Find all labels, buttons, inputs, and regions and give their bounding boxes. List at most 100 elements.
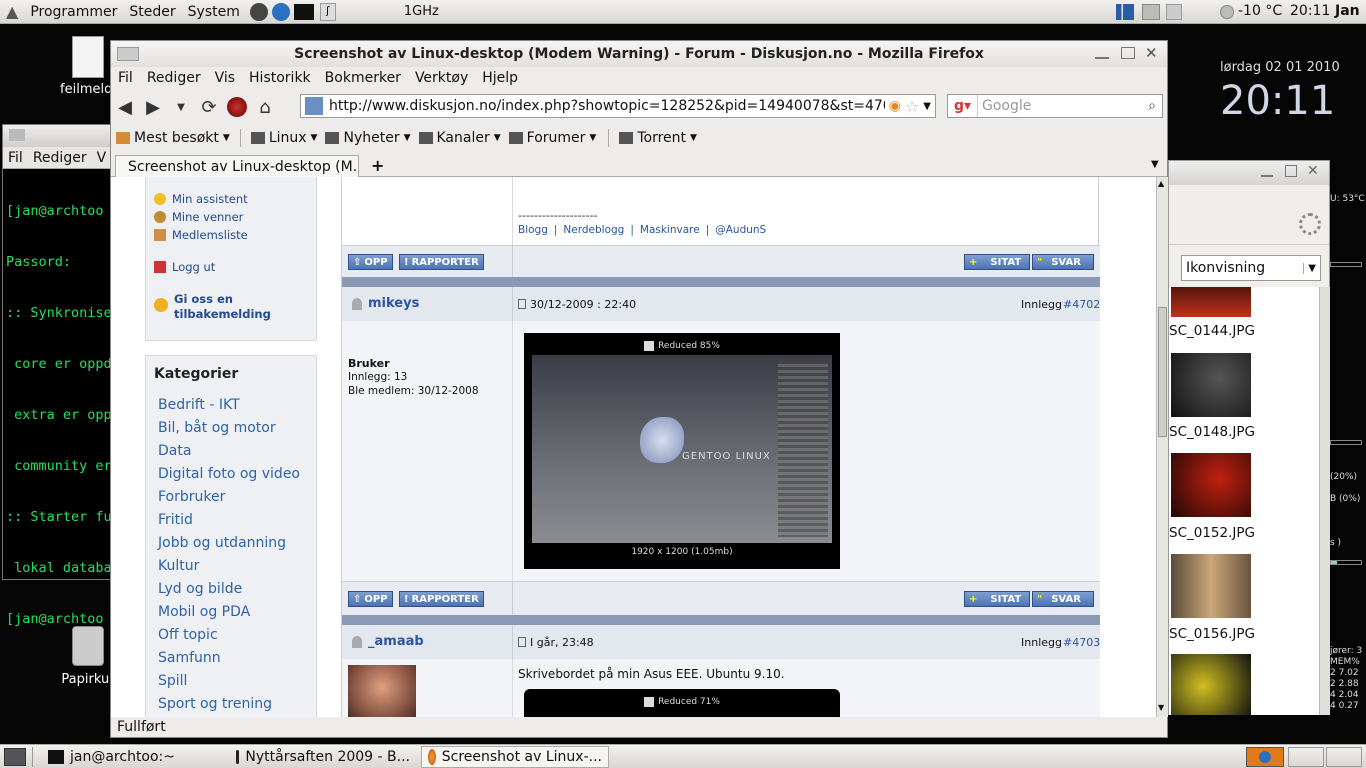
file-thumb[interactable] bbox=[1171, 554, 1251, 618]
category-link[interactable]: Jobb og utdanning bbox=[154, 532, 308, 555]
signature-link[interactable]: Maskinvare bbox=[640, 224, 700, 236]
window-menu-icon[interactable] bbox=[9, 129, 25, 141]
terminal-launcher-icon[interactable] bbox=[293, 3, 314, 20]
file-label[interactable]: SC_0144.JPG bbox=[1169, 323, 1255, 339]
menu-vis[interactable]: Vis bbox=[208, 70, 242, 86]
post-author[interactable]: _amaab bbox=[368, 634, 424, 649]
bookmark-folder-forumer[interactable]: Forumer ▼ bbox=[508, 130, 596, 146]
category-link[interactable]: Data bbox=[154, 440, 308, 463]
menu-hjelp[interactable]: Hjelp bbox=[475, 70, 525, 86]
file-label[interactable]: SC_0156.JPG bbox=[1169, 626, 1255, 642]
workspace-3[interactable] bbox=[1326, 747, 1362, 767]
post-image[interactable]: Reduced 71% bbox=[524, 689, 840, 717]
bookmark-star-icon[interactable]: ☆ bbox=[905, 97, 919, 116]
panel-clock[interactable]: 20:11 bbox=[1290, 3, 1330, 19]
close-icon[interactable]: ✕ bbox=[1307, 163, 1319, 179]
network-icon[interactable] bbox=[1116, 4, 1134, 20]
minimize-icon[interactable] bbox=[1095, 47, 1109, 59]
menu-historikk[interactable]: Historikk bbox=[242, 70, 318, 86]
category-link[interactable]: Kultur bbox=[154, 555, 308, 578]
bookmark-folder-nyheter[interactable]: Nyheter ▼ bbox=[325, 130, 411, 146]
tab-active[interactable]: Screenshot av Linux-desktop (M... bbox=[115, 155, 359, 177]
stop-icon[interactable] bbox=[223, 94, 251, 120]
signature-link[interactable]: Nerdeblogg bbox=[563, 224, 624, 236]
terminal-menu-fil[interactable]: Fil bbox=[3, 150, 28, 166]
menu-verktoy[interactable]: Verktøy bbox=[408, 70, 475, 86]
back-icon[interactable]: ◀ bbox=[111, 94, 139, 120]
search-launcher-icon[interactable] bbox=[249, 2, 268, 21]
bookmark-folder-kanaler[interactable]: Kanaler ▼ bbox=[418, 130, 501, 146]
notification-icon[interactable] bbox=[1166, 4, 1182, 20]
home-icon[interactable]: ⌂ bbox=[251, 94, 279, 120]
category-link[interactable]: Bil, båt og motor bbox=[154, 417, 308, 440]
terminal-titlebar[interactable] bbox=[3, 125, 121, 147]
logout-link[interactable]: Logg ut bbox=[154, 260, 308, 274]
scroll-down-icon[interactable]: ▼ bbox=[1158, 703, 1164, 712]
rss-icon[interactable]: ◉ bbox=[889, 98, 901, 114]
history-dropdown-icon[interactable]: ▼ bbox=[167, 94, 195, 120]
avatar[interactable] bbox=[348, 665, 416, 717]
maximize-icon[interactable] bbox=[1121, 47, 1135, 59]
category-link[interactable]: Bedrift - IKT bbox=[154, 394, 308, 417]
svar-button[interactable]: " SVAR bbox=[1032, 591, 1094, 607]
opp-button[interactable]: ⇧ OPP bbox=[348, 591, 393, 607]
category-link[interactable]: Mobil og PDA bbox=[154, 601, 308, 624]
file-thumb[interactable] bbox=[1171, 654, 1251, 715]
terminal-menu-vis[interactable]: V bbox=[92, 150, 112, 166]
menu-fil[interactable]: Fil bbox=[111, 70, 140, 86]
workspace-2[interactable] bbox=[1288, 747, 1324, 767]
post-image[interactable]: Reduced 85% GENTOO LINUX 1920 x 1200 (1.… bbox=[524, 333, 840, 569]
sidebar-link-medlemsliste[interactable]: Medlemsliste bbox=[154, 228, 308, 242]
menu-bokmerker[interactable]: Bokmerker bbox=[318, 70, 408, 86]
file-thumb[interactable] bbox=[1171, 453, 1251, 517]
url-bar[interactable]: http://www.diskusjon.no/index.php?showto… bbox=[300, 94, 936, 118]
bookmark-folder-torrent[interactable]: Torrent ▼ bbox=[619, 130, 697, 146]
minimize-icon[interactable] bbox=[1261, 165, 1273, 177]
new-tab-icon[interactable]: + bbox=[371, 156, 384, 175]
post-author[interactable]: mikeys bbox=[368, 296, 419, 311]
sitat-button[interactable]: + SITAT bbox=[964, 591, 1030, 607]
scroll-up-icon[interactable]: ▲ bbox=[1158, 179, 1164, 188]
terminal-output[interactable]: [jan@archtoo Passord: :: Synkronise core… bbox=[3, 169, 121, 662]
feedback-link[interactable]: Gi oss en tilbakemelding bbox=[154, 292, 308, 322]
rapporter-button[interactable]: ! RAPPORTER bbox=[399, 254, 484, 270]
reload-icon[interactable]: ⟳ bbox=[195, 94, 223, 120]
firefox-titlebar[interactable]: Screenshot av Linux-desktop (Modem Warni… bbox=[111, 41, 1167, 67]
category-link[interactable]: Sport og trening bbox=[154, 693, 308, 716]
page-content[interactable]: Min assistent Mine venner Medlemsliste L… bbox=[111, 177, 1156, 717]
search-icon[interactable]: ⌕ bbox=[1148, 98, 1156, 114]
bookmark-most-visited[interactable]: Mest besøkt ▼ bbox=[116, 130, 230, 146]
search-engine-icon[interactable]: g▾ bbox=[948, 95, 978, 117]
view-select[interactable]: Ikonvisning ▼ bbox=[1181, 255, 1321, 281]
file-label[interactable]: SC_0152.JPG bbox=[1169, 525, 1255, 541]
arch-logo-icon[interactable]: ▲ bbox=[0, 2, 24, 21]
workspace-switcher[interactable] bbox=[1246, 747, 1284, 767]
taskbar-item-filemanager[interactable]: Nyttårsaften 2009 - B... bbox=[229, 746, 417, 768]
rapporter-button[interactable]: ! RAPPORTER bbox=[399, 591, 484, 607]
menu-system[interactable]: System bbox=[182, 4, 246, 20]
page-scrollbar[interactable]: ▲ ▼ bbox=[1156, 177, 1168, 717]
weather-temp[interactable]: -10 °C bbox=[1238, 3, 1282, 19]
tab-list-icon[interactable]: ▼ bbox=[1151, 159, 1159, 170]
menu-rediger[interactable]: Rediger bbox=[140, 70, 208, 86]
filemgr-scrollbar[interactable] bbox=[1319, 287, 1330, 715]
file-thumb[interactable] bbox=[1171, 287, 1251, 317]
filemgr-titlebar[interactable]: ✕ bbox=[1169, 161, 1329, 185]
post-number-link[interactable]: #4703 bbox=[1063, 636, 1100, 649]
taskbar-item-firefox[interactable]: Screenshot av Linux-... bbox=[421, 745, 609, 768]
category-link[interactable]: Lyd og bilde bbox=[154, 578, 308, 601]
show-desktop-icon[interactable] bbox=[4, 747, 26, 766]
terminal-menu-rediger[interactable]: Rediger bbox=[28, 150, 92, 166]
close-icon[interactable]: ✕ bbox=[1145, 44, 1158, 62]
signature-link[interactable]: Blogg bbox=[518, 224, 548, 236]
menu-programmer[interactable]: Programmer bbox=[24, 4, 123, 20]
url-text[interactable]: http://www.diskusjon.no/index.php?showto… bbox=[329, 98, 885, 114]
category-link[interactable]: Forbruker bbox=[154, 486, 308, 509]
sitat-button[interactable]: + SITAT bbox=[964, 254, 1030, 270]
forward-icon[interactable]: ▶ bbox=[139, 94, 167, 120]
search-input[interactable]: Google bbox=[978, 98, 1148, 114]
menu-steder[interactable]: Steder bbox=[123, 4, 181, 20]
taskbar-item-terminal[interactable]: jan@archtoo:~ bbox=[41, 746, 225, 768]
category-link[interactable]: Off topic bbox=[154, 624, 308, 647]
printer-icon[interactable] bbox=[1142, 4, 1160, 20]
